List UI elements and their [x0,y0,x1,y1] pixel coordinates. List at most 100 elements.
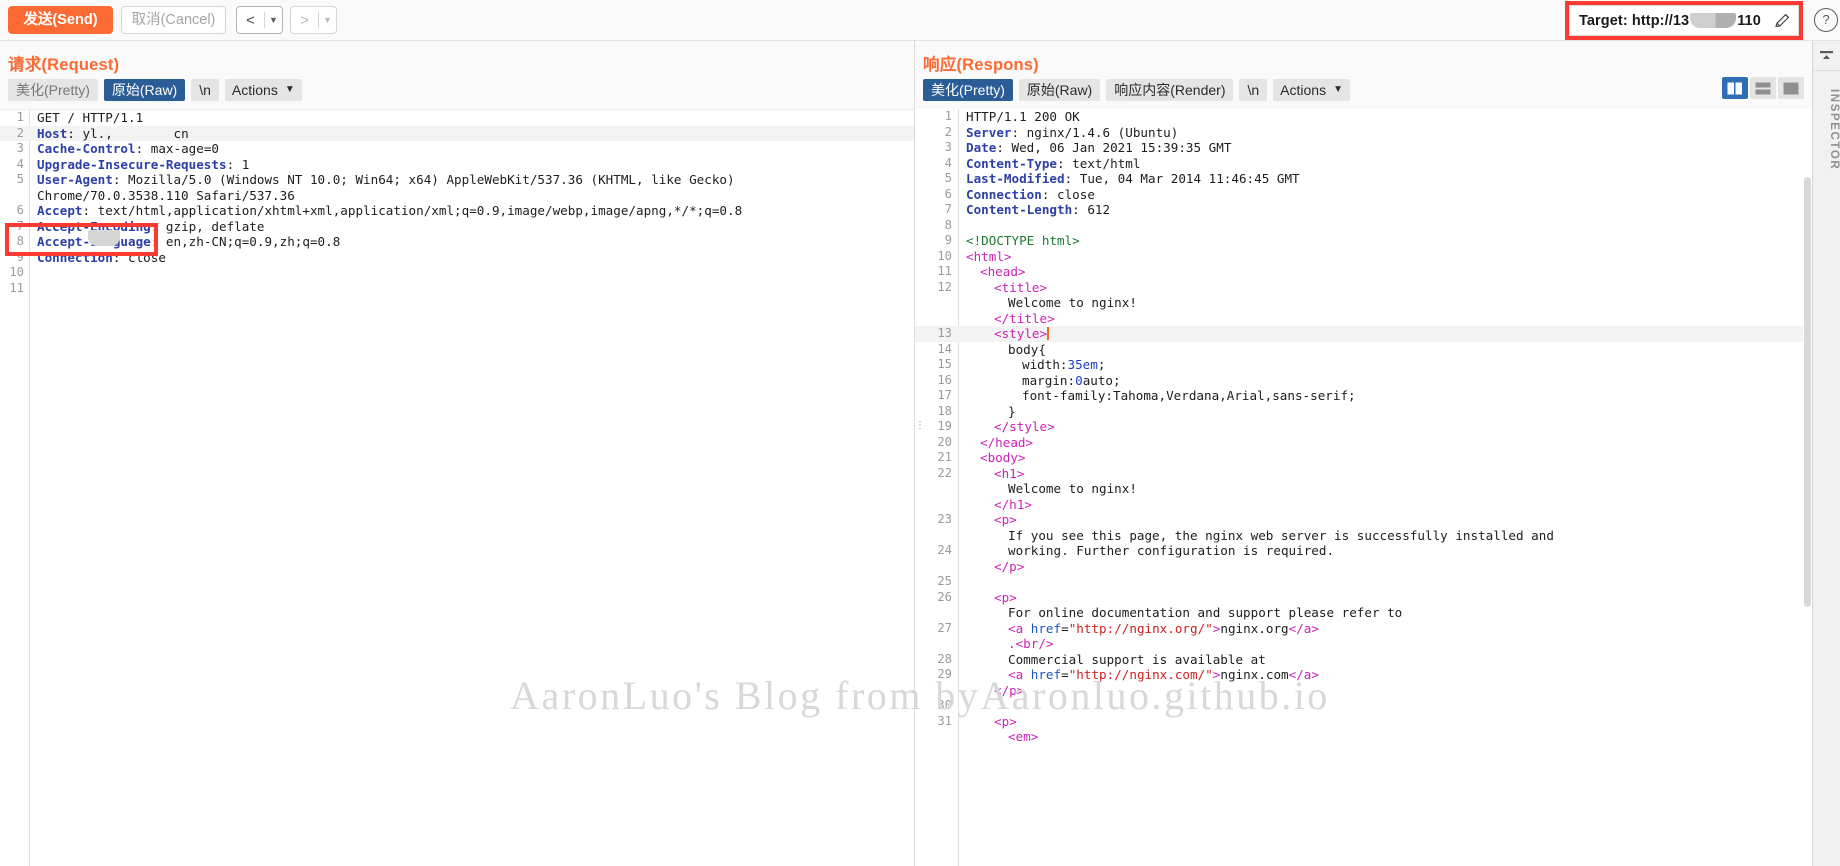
line-number: 12 [937,279,952,294]
line-number [915,683,959,699]
target-field[interactable]: Target: http://13 110 [1569,5,1799,36]
line-text: Accept: text/html,application/xhtml+xml,… [37,203,743,218]
code-line: 21 <body> [915,450,1812,466]
line-text [959,698,966,714]
line-text: font-family:Tahoma,Verdana,Arial,sans-se… [1022,388,1356,403]
inspector-collapse-button[interactable] [1813,41,1840,71]
code-line: 29 <a href="http://nginx.com/">nginx.com… [915,667,1812,683]
line-text: Connection: close [966,186,1095,202]
line-number: 11 [937,264,952,278]
line-text: <em> [1008,729,1039,744]
line-number: 28 [937,651,952,666]
code-line: </p> [915,683,1812,699]
header-value: 1 [241,156,250,172]
scrollbar-thumb[interactable] [1804,177,1811,607]
send-button[interactable]: 发送(Send) [8,6,113,34]
line-number: 1 [944,109,952,123]
line-number: 10 [937,248,952,263]
line-number [915,497,959,513]
header-key: Connection [966,186,1042,202]
collapse-icon [1819,50,1833,59]
anchor-href: http://nginx.org/ [1076,620,1206,636]
chevron-right-icon: > [300,11,309,29]
response-vertical-scrollbar[interactable] [1803,177,1812,866]
tab-response-render[interactable]: 响应内容(Render) [1106,79,1234,101]
line-text [30,265,37,281]
next-request-button[interactable]: > ▼ [290,6,337,34]
line-number: 5 [16,172,24,186]
code-line: 17 font-family:Tahoma,Verdana,Arial,sans… [915,388,1812,404]
code-line: <em> [915,729,1812,745]
code-line: 28 Commercial support is available at [915,652,1812,668]
prev-request-button[interactable]: < ▼ [236,6,283,34]
code-line: 24 working. Further configuration is req… [915,543,1812,559]
line-number: 14 [937,341,952,356]
pencil-icon[interactable] [1772,11,1792,31]
response-panel-title: 响应(Respons) [923,56,1039,74]
code-line: Welcome to nginx! [915,481,1812,497]
code-line: 4 Content-Type: text/html [915,156,1812,172]
target-port: 110 [1737,12,1761,29]
code-line: 16 margin:0auto; [915,373,1812,389]
line-number: 1 [16,110,24,124]
line-number [915,528,959,544]
tab-response-newline[interactable]: \n [1239,79,1268,101]
line-text: width:35em; [1022,357,1106,372]
line-text: Last-Modified: Tue, 04 Mar 2014 11:46:45… [966,171,1300,186]
line-text: <h1> [994,465,1025,481]
request-actions-button[interactable]: Actions ▼ [224,79,302,101]
help-icon[interactable]: ? [1814,8,1838,32]
code-line: 27 <a href="http://nginx.org/">nginx.org… [915,621,1812,637]
line-number: 13 [937,326,952,340]
line-text: Host: yl., cn [37,125,189,141]
code-line: 26 <p> [915,590,1812,606]
line-number: 2 [944,124,952,139]
header-key: Content-Type [966,155,1057,171]
code-line: 19 ⋮ </style> [915,419,1812,435]
line-text: <!DOCTYPE html> [966,233,1080,248]
tab-response-pretty[interactable]: 美化(Pretty) [923,79,1013,101]
tab-response-raw[interactable]: 原始(Raw) [1018,79,1101,101]
tab-request-raw[interactable]: 原始(Raw) [103,79,186,101]
line-number: 29 [937,667,952,681]
response-editor[interactable]: 1 HTTP/1.1 200 OK 2 Server: nginx/1.4.6 … [915,109,1812,866]
code-line: </p> [915,559,1812,575]
line-number: 24 [937,543,952,557]
line-number: 16 [937,372,952,387]
line-text: } [1008,403,1016,419]
line-number: 8 [944,217,952,232]
single-pane-icon[interactable] [1778,77,1804,99]
chevron-down-icon: ▼ [323,15,332,25]
request-editor[interactable]: 1 GET / HTTP/1.1 2 Host: yl., cn 3 Cache… [0,109,915,866]
header-key: Upgrade-Insecure-Requests [37,156,227,172]
fold-marker-icon[interactable]: ⋮ [915,420,925,431]
inspector-panel[interactable]: INSPECTOR [1812,41,1840,866]
line-text: <html> [966,248,1012,264]
line-text: Connection: close [37,249,166,265]
tab-request-pretty[interactable]: 美化(Pretty) [8,79,98,101]
split-vertical-icon[interactable] [1722,77,1748,99]
code-line: 11 <head> [915,264,1812,280]
code-line: Chrome/70.0.3538.110 Safari/537.36 [0,188,915,204]
code-line: 2 Host: yl., cn [0,125,915,141]
header-value: max-age=0 [150,141,219,156]
css-property: font-family [1022,388,1106,403]
line-number: 25 [937,574,952,588]
code-line: 31 <p> [915,714,1812,730]
code-line: 6 Connection: close [915,187,1812,203]
header-key: Content-Length [966,202,1073,217]
code-line: 8 Accept-Language: en,zh-CN;q=0.9,zh;q=0… [0,234,915,250]
line-text: Cache-Control: max-age=0 [37,141,219,156]
tab-request-newline[interactable]: \n [191,79,219,101]
split-horizontal-icon[interactable] [1750,77,1776,99]
line-number: 5 [944,171,952,185]
line-text: <a href="http://nginx.org/">nginx.org</a… [1008,620,1319,636]
code-line: 9 Connection: close [0,250,915,266]
request-actions-label: Actions [231,82,278,98]
cancel-button[interactable]: 取消(Cancel) [121,6,226,34]
chevron-down-icon: ▼ [269,15,278,25]
line-number: 6 [16,203,24,217]
response-actions-button[interactable]: Actions ▼ [1273,79,1350,101]
code-line: 7 Content-Length: 612 [915,202,1812,218]
line-number: 10 [9,265,24,279]
